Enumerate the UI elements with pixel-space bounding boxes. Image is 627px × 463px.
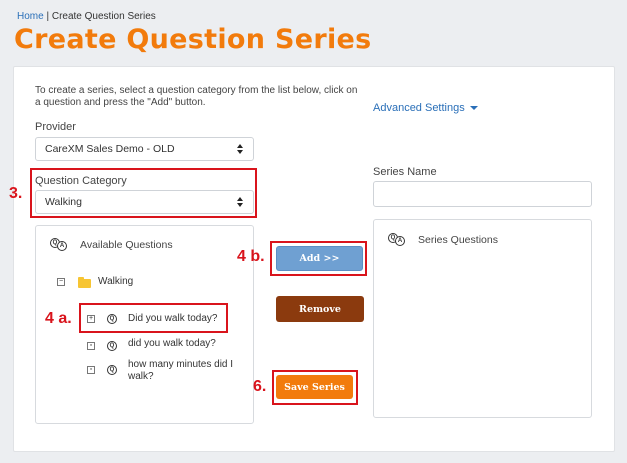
remove-button[interactable]: Remove [276,296,364,322]
step-4b-label: 4 b. [237,248,265,265]
provider-select[interactable]: CareXM Sales Demo - OLD [35,137,254,161]
breadcrumb-current: Create Question Series [51,11,156,22]
leaf-icon: ▫ [87,366,95,374]
page-title: Create Question Series [14,24,372,55]
highlight-step-4b [270,241,367,276]
available-questions-title: Available Questions [80,239,173,251]
leaf-icon: ▫ [87,342,95,350]
highlight-step-3 [30,168,257,218]
step-4a-label: 4 a. [45,310,72,327]
folder-icon [78,277,91,288]
series-name-input[interactable] [373,181,592,207]
qa-icon: QA [50,238,70,252]
question-item-did-you-walk-today-lower[interactable]: did you walk today? [128,338,216,350]
intro-text: To create a series, select a question ca… [35,85,358,108]
provider-select-value: CareXM Sales Demo - OLD [45,143,175,155]
step-3-label: 3. [9,185,23,202]
qa-icon: QA [388,233,408,247]
provider-label: Provider [35,121,76,133]
caret-down-icon [469,106,478,111]
breadcrumb-separator: | [43,11,52,22]
collapse-icon[interactable]: − [57,278,65,286]
advanced-settings-link[interactable]: Advanced Settings [373,102,478,114]
series-questions-title: Series Questions [418,234,498,246]
select-arrows-icon [237,144,244,154]
breadcrumb: Home | Create Question Series [17,11,156,22]
question-item-how-many-minutes[interactable]: how many minutes did I walk? [128,359,246,383]
tree-folder-walking[interactable]: Walking [98,276,133,288]
breadcrumb-home-link[interactable]: Home [17,11,44,22]
advanced-settings-label: Advanced Settings [373,102,465,114]
series-questions-box: QA Series Questions [373,219,592,418]
highlight-step-4a [79,303,228,333]
step-6-label: 6. [253,378,267,395]
highlight-step-6 [272,370,358,405]
question-icon: Q [107,341,117,351]
series-name-label: Series Name [373,166,437,178]
question-icon: Q [107,365,117,375]
